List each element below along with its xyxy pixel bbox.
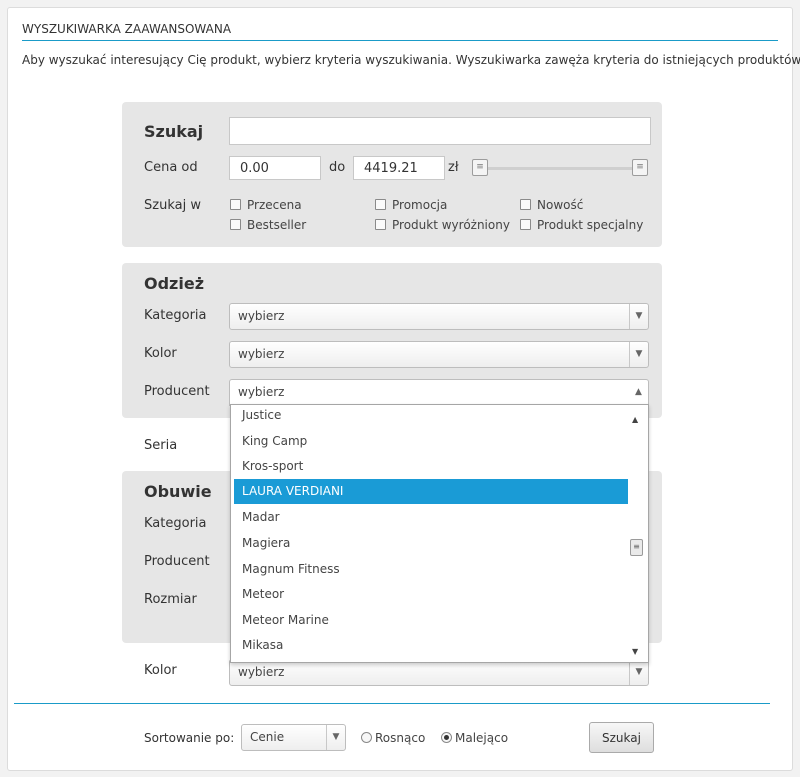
price-to-input[interactable] bbox=[353, 156, 445, 180]
checkbox-bestseller[interactable]: Bestseller bbox=[230, 218, 306, 232]
slider-max-handle-icon[interactable]: ≡ bbox=[632, 159, 648, 176]
price-slider-track[interactable] bbox=[472, 167, 642, 170]
search-in-label: Szukaj w bbox=[144, 198, 201, 213]
checkbox-produkt-wyrozniony[interactable]: Produkt wyróżniony bbox=[375, 218, 510, 232]
radio-checked-icon[interactable] bbox=[441, 732, 452, 743]
obuwie-producent-label: Producent bbox=[144, 554, 210, 569]
producent-dropdown-list[interactable]: Justice King Camp Kros-sport LAURA VERDI… bbox=[230, 404, 649, 663]
page-title: WYSZUKIWARKA ZAAWANSOWANA bbox=[22, 22, 232, 36]
checkbox-nowosc[interactable]: Nowość bbox=[520, 198, 583, 212]
checkbox-label: Produkt specjalny bbox=[537, 218, 644, 232]
checkbox-label: Nowość bbox=[537, 198, 584, 212]
obuwie-kategoria-label: Kategoria bbox=[144, 516, 207, 531]
price-to-label: do bbox=[329, 160, 346, 175]
sort-select[interactable]: Cenie ▼ bbox=[241, 724, 346, 751]
checkbox-label: Promocja bbox=[392, 198, 448, 212]
footer-divider bbox=[14, 703, 770, 704]
checkbox-icon[interactable] bbox=[230, 219, 241, 230]
obuwie-rozmiar-label: Rozmiar bbox=[144, 592, 197, 607]
kolor-select[interactable]: wybierz ▼ bbox=[229, 659, 649, 686]
select-value: Cenie bbox=[250, 730, 285, 744]
sort-desc-radio[interactable]: Malejąco bbox=[441, 731, 508, 745]
obuwie-heading: Obuwie bbox=[144, 482, 212, 501]
list-item-selected[interactable]: LAURA VERDIANI bbox=[234, 479, 628, 504]
select-value: wybierz bbox=[238, 385, 285, 399]
search-input[interactable] bbox=[229, 117, 651, 145]
select-value: wybierz bbox=[238, 347, 285, 361]
odziez-kategoria-select[interactable]: wybierz ▼ bbox=[229, 303, 649, 330]
seria-label: Seria bbox=[144, 438, 178, 453]
odziez-producent-select[interactable]: wybierz ▲ bbox=[229, 379, 649, 406]
sort-asc-radio[interactable]: Rosnąco bbox=[361, 731, 425, 745]
checkbox-icon[interactable] bbox=[520, 219, 531, 230]
radio-icon[interactable] bbox=[361, 732, 372, 743]
dropdown-arrow-icon[interactable]: ▼ bbox=[629, 660, 648, 685]
scroll-thumb-icon[interactable]: ≡ bbox=[630, 539, 643, 556]
list-item[interactable]: King Camp bbox=[234, 429, 628, 454]
odziez-kolor-label: Kolor bbox=[144, 346, 177, 361]
slider-min-handle-icon[interactable]: ≡ bbox=[472, 159, 488, 176]
radio-label: Rosnąco bbox=[375, 731, 426, 745]
checkbox-icon[interactable] bbox=[520, 199, 531, 210]
list-item[interactable]: Meteor Marine bbox=[234, 608, 628, 633]
list-item[interactable]: Justice bbox=[234, 405, 628, 428]
list-item[interactable]: Madar bbox=[234, 505, 628, 530]
price-from-label: Cena od bbox=[144, 160, 198, 175]
intro-text: Aby wyszukać interesujący Cię produkt, w… bbox=[22, 53, 800, 67]
scroll-up-icon[interactable]: ▲ bbox=[632, 415, 638, 424]
radio-label: Malejąco bbox=[455, 731, 509, 745]
search-submit-button[interactable]: Szukaj bbox=[589, 722, 654, 753]
select-value: wybierz bbox=[238, 665, 285, 679]
kolor-label: Kolor bbox=[144, 663, 177, 678]
odziez-kategoria-label: Kategoria bbox=[144, 308, 207, 323]
search-heading: Szukaj bbox=[144, 122, 204, 141]
dropdown-arrow-icon[interactable]: ▼ bbox=[326, 725, 345, 750]
checkbox-label: Przecena bbox=[247, 198, 302, 212]
list-item[interactable]: Meteor bbox=[234, 582, 628, 607]
checkbox-produkt-specjalny[interactable]: Produkt specjalny bbox=[520, 218, 643, 232]
list-item[interactable]: Kros-sport bbox=[234, 454, 628, 479]
checkbox-promocja[interactable]: Promocja bbox=[375, 198, 447, 212]
list-item[interactable]: Mikasa bbox=[234, 633, 628, 658]
odziez-kolor-select[interactable]: wybierz ▼ bbox=[229, 341, 649, 368]
select-value: wybierz bbox=[238, 309, 285, 323]
header-divider bbox=[22, 40, 778, 41]
dropdown-arrow-icon[interactable]: ▼ bbox=[629, 342, 648, 367]
list-item[interactable]: Magnum Fitness bbox=[234, 557, 628, 582]
checkbox-label: Produkt wyróżniony bbox=[392, 218, 510, 232]
checkbox-icon[interactable] bbox=[375, 219, 386, 230]
checkbox-przecena[interactable]: Przecena bbox=[230, 198, 302, 212]
price-from-input[interactable] bbox=[229, 156, 321, 180]
checkbox-icon[interactable] bbox=[230, 199, 241, 210]
odziez-heading: Odzież bbox=[144, 274, 205, 293]
currency-label: zł bbox=[448, 160, 459, 175]
checkbox-label: Bestseller bbox=[247, 218, 307, 232]
dropdown-scrollbar[interactable]: ▲ ≡ ▼ bbox=[630, 409, 644, 659]
sort-label: Sortowanie po: bbox=[144, 731, 235, 745]
list-item[interactable]: Magiera bbox=[234, 531, 628, 556]
scroll-down-icon[interactable]: ▼ bbox=[632, 647, 638, 656]
odziez-producent-label: Producent bbox=[144, 384, 210, 399]
dropdown-arrow-up-icon[interactable]: ▲ bbox=[629, 380, 648, 405]
dropdown-arrow-icon[interactable]: ▼ bbox=[629, 304, 648, 329]
checkbox-icon[interactable] bbox=[375, 199, 386, 210]
